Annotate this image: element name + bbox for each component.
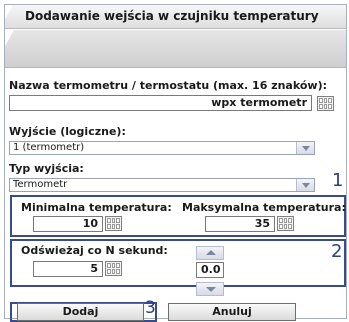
keyboard-icon[interactable] (105, 216, 122, 231)
titlebar-corner-decoration (5, 5, 13, 19)
max-temp-label: Maksymalna temperatura: (182, 201, 346, 214)
max-temp-input[interactable]: 35 (205, 216, 275, 232)
min-temp-label: Minimalna temperatura: (21, 201, 172, 214)
output-label: Wyjście (logiczne): (9, 125, 126, 138)
keyboard-icon[interactable] (105, 261, 122, 276)
name-input[interactable]: wpx termometr (9, 95, 312, 111)
name-label: Nazwa termometru / termostatu (max. 16 z… (9, 79, 328, 92)
type-select[interactable]: Termometr (9, 178, 315, 192)
dialog-titlebar: Dodawanie wejścia w czujniku temperatury (5, 5, 346, 29)
output-selected-value: 1 (termometr) (13, 142, 85, 153)
refresh-input[interactable]: 5 (33, 261, 103, 277)
min-temp-input[interactable]: 10 (33, 216, 103, 232)
dialog-window: Dodawanie wejścia w czujniku temperatury… (4, 4, 347, 322)
chevron-down-icon[interactable] (296, 142, 314, 154)
type-selected-value: Termometr (13, 179, 68, 190)
chevron-up-icon[interactable] (196, 246, 224, 260)
add-button[interactable]: Dodaj (17, 303, 144, 321)
chevron-down-icon[interactable] (196, 282, 224, 296)
keyboard-icon[interactable] (277, 216, 294, 231)
cancel-button[interactable]: Anuluj (168, 303, 296, 321)
annotation-number-1: 1 (332, 170, 344, 191)
type-label: Typ wyjścia: (9, 162, 84, 175)
refresh-label: Odświeżaj co N sekund: (21, 244, 168, 257)
dialog-title: Dodawanie wejścia w czujniku temperatury (25, 9, 319, 23)
chevron-down-icon[interactable] (296, 179, 314, 191)
toolbar-corner-decoration (5, 30, 14, 46)
annotation-number-3: 3 (145, 298, 156, 318)
output-select[interactable]: 1 (termometr) (9, 141, 315, 155)
annotation-number-2: 2 (331, 241, 343, 262)
offset-input[interactable]: 0.0 (196, 262, 224, 278)
keyboard-icon[interactable] (317, 96, 334, 111)
toolbar-strip (5, 30, 346, 68)
